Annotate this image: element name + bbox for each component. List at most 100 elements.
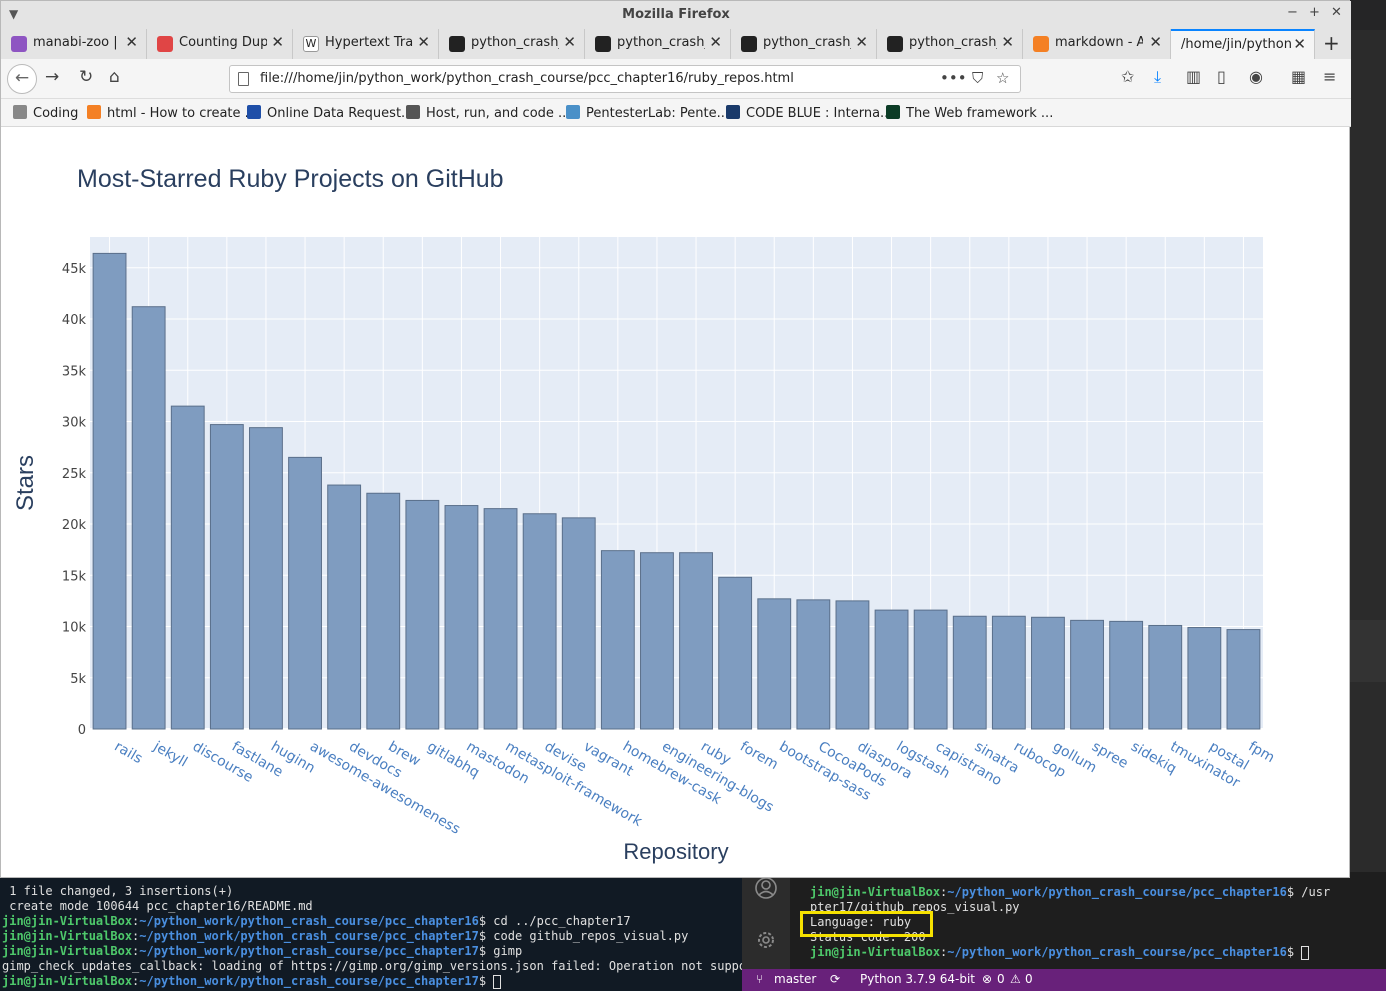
y-tick-label: 10k [62,621,87,636]
git-branch-icon[interactable]: ⑂ [756,972,763,986]
settings-gear-icon[interactable] [754,928,778,952]
bookmark-label: html - How to create ... [107,106,258,121]
bar [757,598,792,730]
close-tab-icon[interactable]: ✕ [1001,33,1014,51]
sync-icon[interactable]: ⟳ [830,972,840,986]
bookmark-label: CODE BLUE : Interna... [746,106,893,121]
new-tab-button[interactable]: + [1323,31,1340,55]
bookmark-item[interactable]: Host, run, and code ... [406,105,570,121]
bookmarks-toolbar: Coding html - How to create ... Online Dat… [1,99,1351,127]
close-tab-icon[interactable]: ✕ [563,33,576,51]
x-tick-label: rails [112,739,145,768]
close-tab-icon[interactable]: ✕ [1149,33,1162,51]
prompt-path: ~/python_work/python_crash_course/pcc_ch… [139,929,479,943]
title-bar: ▼ Mozilla Firefox − + ✕ [1,1,1351,29]
terminal-line: jin@jin-VirtualBox:~/python_work/python_… [810,885,1330,900]
bar [1031,616,1065,730]
prompt-command: $ gimp [478,944,523,958]
close-tab-icon[interactable]: ✕ [709,33,722,51]
extensions-icon[interactable]: ▦ [1291,67,1306,86]
back-button[interactable]: ← [7,64,37,94]
tab-label: Hypertext Tran [325,35,413,50]
bar [366,492,401,730]
tab-8[interactable]: markdown - Ad ✕ [1023,29,1171,59]
reading-list-icon[interactable]: ✩ [1121,67,1134,86]
bar [991,615,1026,730]
error-count[interactable]: 0 [997,972,1005,986]
bookmark-item[interactable]: html - How to create ... [87,105,257,121]
maximize-icon[interactable]: + [1309,5,1320,20]
hamburger-menu-icon[interactable]: ≡ [1323,67,1336,86]
chart-title: Most-Starred Ruby Projects on GitHub [77,165,504,193]
bookmark-item[interactable]: CODE BLUE : Interna... [726,105,892,121]
url-text[interactable]: file:///home/jin/python_work/python_cras… [260,71,794,86]
tab-4[interactable]: python_crash_c ✕ [439,29,585,59]
prompt-path: ~/python_work/python_crash_course/pcc_ch… [139,974,479,988]
library-icon[interactable]: ▥ [1186,67,1201,86]
tab-5[interactable]: python_crash_c ✕ [585,29,731,59]
firefox-window: ▼ Mozilla Firefox − + ✕ + manabi-zoo | H… [0,0,1351,878]
bookmark-star-icon[interactable]: ☆ [996,69,1009,87]
bar [170,405,205,730]
bar [327,484,362,730]
x-axis-title: Repository [623,839,728,864]
downloads-icon[interactable]: ⤓ [1154,67,1161,87]
tab-9[interactable]: /home/jin/python_ ✕ [1171,29,1315,59]
url-bar[interactable]: file:///home/jin/python_work/python_cras… [229,65,1021,93]
django-icon [886,105,900,119]
bar [640,552,674,730]
tab-2[interactable]: Counting Dupli ✕ [147,29,293,59]
window-title: Mozilla Firefox [622,7,730,22]
home-button[interactable]: ⌂ [109,67,120,87]
bookmark-item[interactable]: Online Data Request... [247,105,413,121]
y-axis-title: Stars [12,455,39,511]
error-icon[interactable]: ⊗ [982,972,992,986]
pentesterlab-icon [566,105,580,119]
prompt-command: $ [1286,945,1302,959]
wikipedia-icon: W [303,36,319,52]
tab-6[interactable]: python_crash_c ✕ [731,29,877,59]
python-interpreter[interactable]: Python 3.7.9 64-bit [860,972,975,986]
bar [1148,624,1183,730]
bar [1070,619,1104,730]
sidebar-icon[interactable]: ▯ [1217,67,1226,86]
bookmark-item[interactable]: PentesterLab: Pente... [566,105,729,121]
tab-3[interactable]: W Hypertext Tran ✕ [293,29,439,59]
tab-1[interactable]: manabi-zoo | H ✕ [1,29,147,59]
tab-label: /home/jin/python_ [1181,37,1291,52]
prompt-path: ~/python_work/python_crash_course/pcc_ch… [947,885,1287,899]
page-actions-icon[interactable]: ••• [940,69,967,87]
close-tab-icon[interactable]: ✕ [125,33,138,51]
reload-button[interactable]: ↻ [79,67,93,87]
tab-label: markdown - Ad [1055,35,1143,50]
prompt-user: jin@jin-VirtualBox [2,974,133,988]
github-icon [595,36,611,52]
stackoverflow-icon [87,105,101,119]
warning-count[interactable]: 0 [1025,972,1033,986]
highlight-annotation [800,911,933,937]
close-tab-icon[interactable]: ✕ [417,33,430,51]
pocket-icon[interactable]: ⛉ [972,69,983,87]
bar [522,513,557,730]
close-tab-icon[interactable]: ✕ [271,33,284,51]
bookmark-item[interactable]: Coding [13,105,78,121]
account-icon[interactable] [754,876,778,900]
terminal-line: jin@jin-VirtualBox:~/python_work/python_… [2,929,688,944]
account-avatar-icon[interactable]: ◉ [1249,67,1263,86]
bar [952,615,987,730]
git-branch[interactable]: master [774,972,816,986]
y-tick-label: 40k [62,313,87,328]
minimize-icon[interactable]: − [1287,5,1298,20]
bookmark-item[interactable]: The Web framework ... [886,105,1053,121]
x-tick-label: fpm [1245,739,1277,767]
close-tab-icon[interactable]: ✕ [855,33,868,51]
warning-icon[interactable]: ⚠ [1010,972,1021,986]
forward-button[interactable]: → [45,67,59,87]
tab-7[interactable]: python_crash_c ✕ [877,29,1023,59]
bar [444,505,479,730]
close-tab-icon[interactable]: ✕ [1293,35,1306,53]
terminal-left[interactable]: 1 file changed, 3 insertions(+) create m… [0,872,742,991]
codeblue-icon [726,105,740,119]
y-tick-label: 45k [62,262,87,277]
close-window-icon[interactable]: ✕ [1331,5,1342,20]
